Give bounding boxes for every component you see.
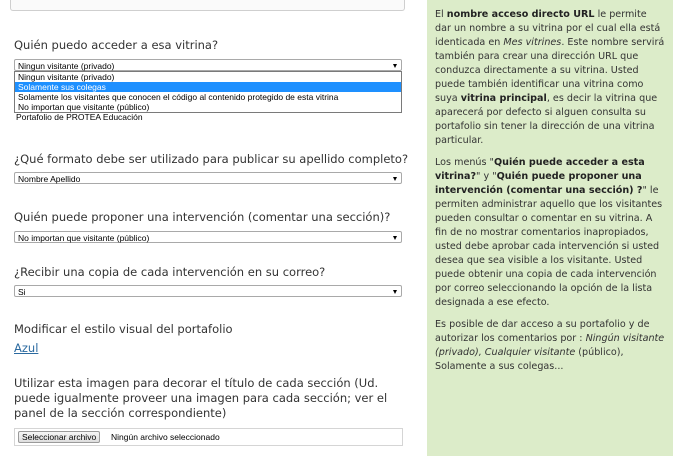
access-question-label: Quién puedo acceder a esa vitrina? — [14, 38, 219, 52]
format-select-value: Nombre Apellido — [18, 174, 81, 184]
chevron-down-icon — [393, 177, 397, 181]
access-option-private[interactable]: Ningun visitante (privado) — [15, 72, 401, 82]
file-status: Ningún archivo seleccionado — [111, 432, 220, 442]
access-select[interactable]: Ningun visitante (privado) — [14, 59, 402, 71]
access-dropdown-list[interactable]: Ningun visitante (privado) Solamente sus… — [14, 71, 402, 113]
propose-question-label: Quién puede proponer una intervención (c… — [14, 210, 391, 224]
help-paragraph-url: El nombre acceso directo URL le permite … — [435, 9, 665, 146]
access-option-public[interactable]: No importan que visitante (público) — [15, 102, 401, 112]
chevron-down-icon — [393, 64, 397, 68]
propose-select[interactable]: No importan que visitante (público) — [14, 231, 402, 243]
access-option-code[interactable]: Solamente los visitantes que conocen el … — [15, 92, 401, 102]
file-input[interactable]: Seleccionar archivo Ningún archivo selec… — [14, 428, 403, 446]
help-paragraph-access: Es posible de dar acceso a su portafolio… — [435, 319, 665, 372]
style-link[interactable]: Azul — [14, 341, 38, 355]
previous-field-edge — [10, 0, 405, 11]
chevron-down-icon — [393, 236, 397, 240]
copy-select[interactable]: Si — [14, 285, 402, 297]
access-option-colleagues[interactable]: Solamente sus colegas — [15, 82, 401, 92]
help-paragraph-menus: Los menús "Quién puede acceder a esta vi… — [435, 157, 663, 308]
choose-file-button[interactable]: Seleccionar archivo — [18, 431, 101, 443]
copy-question-label: ¿Recibir una copia de cada intervención … — [14, 265, 326, 279]
copy-select-value: Si — [18, 287, 26, 297]
format-question-label: ¿Qué formato debe ser utilizado para pub… — [14, 152, 409, 166]
style-label: Modificar el estilo visual del portafoli… — [14, 322, 233, 336]
chevron-down-icon — [393, 290, 397, 294]
propose-select-value: No importan que visitante (público) — [18, 233, 150, 243]
help-panel: El nombre acceso directo URL le permite … — [427, 0, 673, 456]
format-select[interactable]: Nombre Apellido — [14, 172, 402, 184]
image-label: Utilizar esta imagen para decorar el tít… — [14, 376, 388, 420]
